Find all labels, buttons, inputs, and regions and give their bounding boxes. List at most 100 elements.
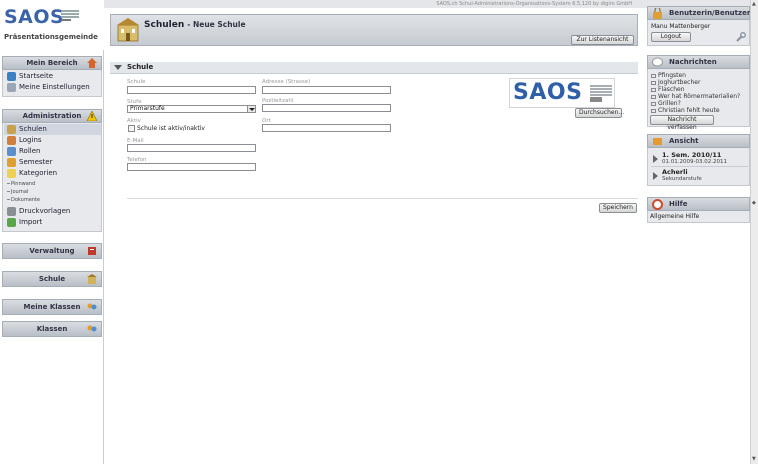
divider bbox=[651, 166, 748, 167]
compose-message-button[interactable]: Nachricht verfassen bbox=[650, 115, 714, 131]
logo-preview-text: SAOS bbox=[513, 80, 583, 105]
envelope-icon bbox=[651, 87, 656, 92]
envelope-icon bbox=[651, 94, 656, 99]
postleitzahl-input[interactable] bbox=[262, 104, 391, 112]
envelope-icon bbox=[651, 101, 656, 106]
verwaltung-header[interactable]: Verwaltung bbox=[2, 243, 102, 259]
envelope-icon bbox=[651, 80, 656, 85]
user-name: Manu Mattenberger bbox=[651, 23, 711, 30]
eye-icon bbox=[653, 138, 662, 145]
page-title-text: Schulen bbox=[144, 20, 185, 30]
schule-title: Schule bbox=[38, 275, 66, 283]
aktiv-checkbox[interactable] bbox=[128, 125, 135, 132]
message-subject: Pfingsten bbox=[658, 72, 686, 79]
schule-input[interactable] bbox=[127, 86, 256, 94]
message-subject: Wer hat Römermaterialien? bbox=[658, 93, 741, 100]
hilfe-panel: Allgemeine Hilfe bbox=[647, 211, 750, 223]
sidebar-item-import[interactable]: Import bbox=[7, 217, 42, 228]
semester-name: 1. Sem. 2010/11 bbox=[662, 151, 722, 159]
browse-button[interactable]: Durchsuchen... bbox=[575, 108, 624, 118]
sidebar-item-label: Schulen bbox=[19, 125, 47, 133]
divider bbox=[127, 198, 638, 199]
sidebar-item-semester[interactable]: Semester bbox=[7, 157, 52, 168]
wrench-icon bbox=[7, 82, 16, 92]
help-link[interactable]: Allgemeine Hilfe bbox=[650, 213, 699, 220]
scroll-up-icon[interactable]: ▲ bbox=[752, 1, 756, 7]
schule-label: Schule bbox=[127, 79, 146, 85]
mein-bereich-panel: Startseite Meine Einstellungen bbox=[2, 70, 102, 97]
message-item[interactable]: Flaschen bbox=[651, 86, 685, 93]
school-icon bbox=[87, 274, 97, 284]
benutzer-title: Benutzerin/Benutzer bbox=[669, 9, 751, 17]
schule-header[interactable]: Schule bbox=[2, 271, 102, 287]
administration-header[interactable]: Administration bbox=[2, 109, 102, 123]
telefon-input[interactable] bbox=[127, 163, 256, 171]
benutzer-panel: Manu Mattenberger Logout bbox=[647, 20, 750, 46]
message-item[interactable]: Grillen? bbox=[651, 100, 681, 107]
hilfe-header[interactable]: Hilfe bbox=[647, 197, 750, 211]
email-input[interactable] bbox=[127, 144, 256, 152]
group-icon bbox=[87, 325, 97, 332]
page-subtitle: - Neue Schule bbox=[187, 20, 246, 29]
person-selector[interactable]: Acherli Sekundarstufe bbox=[651, 168, 748, 184]
logout-button[interactable]: Logout bbox=[651, 32, 691, 42]
semester-selector[interactable]: 1. Sem. 2010/11 01.01.2009-03.02.2011 bbox=[651, 151, 748, 167]
adresse-input[interactable] bbox=[262, 86, 391, 94]
message-item[interactable]: Wer hat Römermaterialien? bbox=[651, 93, 740, 100]
message-item[interactable]: Joghurtbecher bbox=[651, 79, 700, 86]
sidebar-item-schulen[interactable]: Schulen bbox=[4, 124, 101, 135]
stufe-select[interactable]: Primarstufe bbox=[127, 105, 256, 113]
vertical-scrollbar[interactable]: ▲ ◆ ▼ bbox=[750, 0, 758, 464]
sidebar-subitem-journal[interactable]: Journal bbox=[6, 188, 28, 196]
school-icon bbox=[7, 124, 16, 134]
stufe-selected-value: Primarstufe bbox=[130, 105, 165, 112]
logo-area: SAOS Präsentationsgemeinde bbox=[0, 0, 104, 50]
sidebar-item-meine-einstellungen[interactable]: Meine Einstellungen bbox=[7, 82, 90, 93]
nachrichten-header[interactable]: Nachrichten bbox=[647, 55, 750, 69]
ansicht-header[interactable]: Ansicht bbox=[647, 134, 750, 148]
klassen-title: Klassen bbox=[36, 325, 68, 333]
benutzer-header[interactable]: Benutzerin/Benutzer bbox=[647, 6, 750, 20]
meine-klassen-header[interactable]: Meine Klassen bbox=[2, 299, 102, 315]
envelope-icon bbox=[651, 108, 656, 113]
sidebar-item-logins[interactable]: Logins bbox=[7, 135, 42, 146]
organisation-name: Präsentationsgemeinde bbox=[4, 33, 98, 41]
section-header-schule[interactable]: Schule bbox=[110, 62, 638, 74]
sidebar-subitem-pinnwand[interactable]: Pinnwand bbox=[6, 180, 35, 188]
administration-panel: Schulen Logins Rollen Semester Kategorie… bbox=[2, 123, 102, 232]
scroll-down-icon[interactable]: ▼ bbox=[752, 456, 756, 462]
save-button[interactable]: Speichern bbox=[599, 203, 637, 213]
roles-icon bbox=[7, 146, 16, 156]
logo-mark-icon bbox=[590, 84, 612, 104]
mein-bereich-title: Mein Bereich bbox=[26, 59, 78, 67]
sidebar-item-rollen[interactable]: Rollen bbox=[7, 146, 40, 157]
saos-logo[interactable]: SAOS bbox=[4, 6, 64, 28]
user-lock-icon bbox=[653, 8, 662, 19]
sidebar-subitem-dokumente[interactable]: Dokumente bbox=[7, 196, 40, 204]
cabinet-icon bbox=[88, 247, 96, 255]
adresse-label: Adresse (Strasse) bbox=[262, 79, 311, 85]
top-info-bar: SAOS.ch Schul-Administrations-Organisati… bbox=[0, 0, 750, 8]
sidebar-item-label: Druckvorlagen bbox=[19, 207, 71, 215]
message-subject: Joghurtbecher bbox=[658, 79, 701, 86]
scroll-thumb-icon[interactable]: ◆ bbox=[752, 200, 756, 206]
hilfe-title: Hilfe bbox=[669, 200, 688, 208]
sidebar-item-druckvorlagen[interactable]: Druckvorlagen bbox=[7, 206, 70, 217]
message-item[interactable]: Pfingsten bbox=[651, 72, 686, 79]
sidebar-item-label: Rollen bbox=[19, 147, 41, 155]
mein-bereich-header[interactable]: Mein Bereich bbox=[2, 56, 102, 70]
sidebar-item-startseite[interactable]: Startseite bbox=[7, 71, 53, 82]
envelope-icon bbox=[651, 73, 656, 78]
wrench-icon[interactable] bbox=[736, 32, 746, 42]
message-icon bbox=[652, 57, 663, 67]
message-subject: Grillen? bbox=[658, 100, 681, 107]
chevron-down-icon[interactable] bbox=[247, 105, 256, 113]
message-item[interactable]: Christian fehlt heute bbox=[651, 107, 720, 114]
klassen-header[interactable]: Klassen bbox=[2, 321, 102, 337]
ort-input[interactable] bbox=[262, 124, 391, 132]
ansicht-title: Ansicht bbox=[669, 137, 699, 145]
section-title: Schule bbox=[127, 63, 154, 71]
verwaltung-title: Verwaltung bbox=[29, 247, 75, 255]
sidebar-item-kategorien[interactable]: Kategorien bbox=[7, 168, 57, 179]
list-view-button[interactable]: Zur Listenansicht bbox=[571, 35, 634, 45]
